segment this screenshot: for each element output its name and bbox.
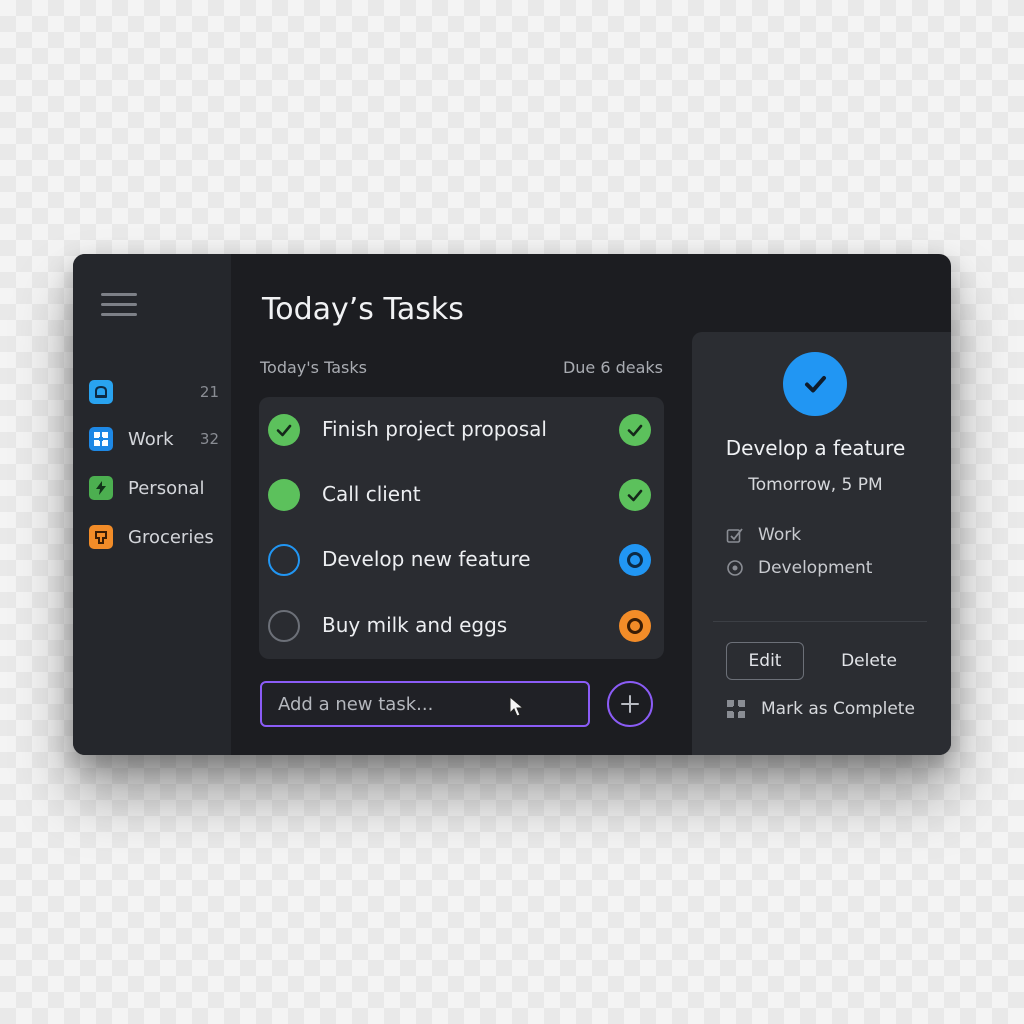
page-title: Today’s Tasks — [262, 292, 464, 327]
due-summary: Due 6 deaks — [562, 358, 663, 377]
sidebar-item-personal[interactable]: Personal — [89, 473, 219, 503]
sidebar-item-groceries[interactable]: Groceries — [89, 522, 219, 552]
task-detail-panel: Develop a feature Tomorrow, 5 PM Work De… — [692, 332, 951, 755]
detail-title: Develop a feature — [725, 436, 906, 460]
empty-circle-icon[interactable] — [268, 610, 300, 642]
sidebar-item-count: 21 — [199, 383, 219, 401]
menu-icon[interactable] — [101, 292, 137, 318]
basket-icon — [89, 525, 113, 549]
filled-circle-icon[interactable] — [268, 479, 300, 511]
sidebar-item-label: Work — [128, 428, 174, 450]
task-row[interactable]: Buy milk and eggs — [259, 593, 664, 657]
checkmark-icon[interactable] — [268, 414, 300, 446]
status-pending-icon — [619, 610, 651, 642]
checkbox-icon — [725, 525, 745, 545]
task-row[interactable]: Call client — [259, 462, 664, 526]
mark-complete-icon — [726, 699, 746, 719]
status-in-progress-icon — [619, 544, 651, 576]
sidebar-item-label: Personal — [128, 477, 205, 499]
add-task-input[interactable] — [260, 681, 590, 727]
sidebar-item-count: 32 — [199, 430, 219, 448]
work-grid-icon — [89, 427, 113, 451]
list-header: Today's Tasks — [260, 358, 367, 377]
task-row[interactable]: Finish project proposal — [259, 397, 664, 461]
category-icon — [725, 558, 745, 578]
status-done-icon — [619, 414, 651, 446]
task-label: Call client — [322, 482, 421, 506]
detail-category: Development — [725, 558, 872, 578]
sidebar-item-work[interactable]: Work 32 — [89, 424, 219, 454]
inbox-icon — [89, 380, 113, 404]
empty-circle-icon[interactable] — [268, 544, 300, 576]
sidebar-item-inbox[interactable]: 21 — [89, 377, 219, 407]
detail-project-label: Work — [758, 525, 802, 545]
checkmark-icon — [783, 352, 847, 416]
task-label: Develop new feature — [322, 547, 531, 571]
plus-icon — [621, 695, 639, 713]
task-label: Finish project proposal — [322, 417, 547, 441]
sidebar-item-label: Groceries — [128, 526, 214, 548]
detail-project: Work — [725, 525, 801, 545]
task-label: Buy milk and eggs — [322, 613, 508, 637]
sidebar: 21 Work 32 Personal Groceries — [73, 254, 231, 755]
add-task-button[interactable] — [607, 681, 653, 727]
app-window: 21 Work 32 Personal Groceries Today’s Ta… — [73, 254, 951, 755]
divider — [713, 621, 927, 622]
task-list: Finish project proposal Call client Deve… — [259, 397, 664, 659]
task-row[interactable]: Develop new feature — [259, 527, 664, 591]
lightning-icon — [89, 476, 113, 500]
delete-button[interactable]: Delete — [826, 642, 912, 680]
mark-complete-label: Mark as Complete — [761, 699, 915, 719]
detail-due-date: Tomorrow, 5 PM — [748, 475, 883, 495]
edit-button[interactable]: Edit — [726, 642, 804, 680]
status-done-icon — [619, 479, 651, 511]
mark-complete-button[interactable]: Mark as Complete — [726, 699, 915, 719]
detail-category-label: Development — [758, 558, 873, 578]
